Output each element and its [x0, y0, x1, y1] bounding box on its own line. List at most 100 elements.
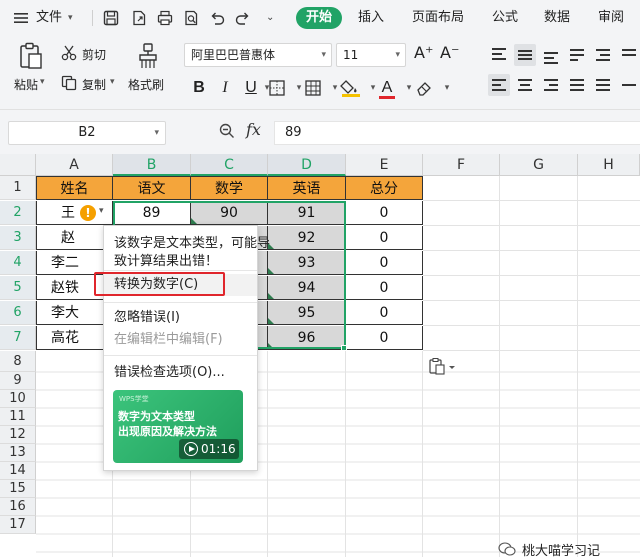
- align-center-icon[interactable]: [514, 74, 536, 96]
- row-header[interactable]: 2: [0, 201, 36, 225]
- align-right-icon[interactable]: [540, 74, 562, 96]
- export-pdf-icon[interactable]: [130, 9, 148, 27]
- row-header[interactable]: 14: [0, 462, 36, 480]
- total-cell[interactable]: 0: [346, 251, 423, 275]
- italic-button[interactable]: I: [214, 77, 236, 99]
- score-cell[interactable]: 92: [268, 226, 346, 250]
- increase-font-size-button[interactable]: A⁺: [414, 43, 433, 62]
- name-cell[interactable]: 李大: [36, 301, 113, 325]
- row-header[interactable]: 6: [0, 301, 36, 325]
- font-size-select[interactable]: 11 ▾: [336, 43, 406, 67]
- font-name-select[interactable]: 阿里巴巴普惠体 ▾: [184, 43, 332, 67]
- fill-color-icon[interactable]: [340, 78, 362, 98]
- column-header-g[interactable]: G: [500, 154, 578, 176]
- total-cell[interactable]: 0: [346, 226, 423, 250]
- help-video-thumbnail[interactable]: WPS学堂 数字为文本类型 出现原因及解决方法 01:16: [113, 390, 243, 463]
- error-check-options-item[interactable]: 错误检查选项(O)...: [104, 362, 257, 384]
- print-icon[interactable]: [156, 9, 174, 27]
- decrease-font-size-button[interactable]: A⁻: [440, 43, 459, 62]
- tab-review[interactable]: 审阅: [598, 0, 624, 36]
- quick-access-more-icon[interactable]: ⌄: [266, 0, 274, 36]
- borders-icon[interactable]: [268, 79, 286, 97]
- row-header[interactable]: 13: [0, 444, 36, 462]
- tab-formulas[interactable]: 公式: [492, 0, 518, 36]
- align-top-icon[interactable]: [488, 44, 510, 66]
- align-middle-icon[interactable]: [514, 44, 536, 66]
- cut-icon[interactable]: [60, 44, 78, 62]
- column-header-a[interactable]: A: [36, 154, 113, 176]
- file-menu-chevron-icon[interactable]: ▾: [68, 0, 73, 36]
- copy-icon[interactable]: [60, 74, 78, 92]
- row-header[interactable]: 16: [0, 498, 36, 516]
- error-warning-icon[interactable]: !: [80, 205, 96, 221]
- merge-center-icon[interactable]: [618, 74, 640, 96]
- clear-format-dropdown-icon[interactable]: ▾: [436, 77, 458, 99]
- header-cell-math[interactable]: 数学: [191, 176, 268, 200]
- row-header[interactable]: 7: [0, 326, 36, 350]
- zoom-formula-icon[interactable]: [218, 122, 236, 140]
- paste-dropdown-icon[interactable]: ▾: [40, 77, 45, 87]
- row-header[interactable]: 9: [0, 372, 36, 390]
- score-cell[interactable]: 96: [268, 326, 346, 350]
- cell-style-icon[interactable]: [304, 79, 322, 97]
- row-header[interactable]: 10: [0, 390, 36, 408]
- column-header-f[interactable]: F: [423, 154, 500, 176]
- total-cell[interactable]: 0: [346, 276, 423, 300]
- paste-icon[interactable]: [18, 42, 44, 70]
- format-painter-icon[interactable]: [136, 42, 160, 70]
- total-cell[interactable]: 0: [346, 201, 423, 225]
- tab-insert[interactable]: 插入: [358, 0, 384, 36]
- row-header[interactable]: 1: [0, 176, 36, 200]
- row-header[interactable]: 3: [0, 226, 36, 250]
- select-all-corner[interactable]: [0, 154, 36, 176]
- score-cell[interactable]: 91: [268, 201, 346, 225]
- align-bottom-icon[interactable]: [540, 44, 562, 66]
- redo-icon[interactable]: [234, 9, 252, 27]
- formula-input[interactable]: 89: [274, 121, 640, 145]
- score-cell[interactable]: 93: [268, 251, 346, 275]
- header-cell-chinese[interactable]: 语文: [113, 176, 191, 200]
- header-cell-english[interactable]: 英语: [268, 176, 346, 200]
- name-cell[interactable]: 赵: [36, 226, 113, 250]
- tab-page-layout[interactable]: 页面布局: [412, 0, 464, 36]
- score-cell[interactable]: 90: [191, 201, 268, 225]
- row-header[interactable]: 8: [0, 351, 36, 372]
- bold-button[interactable]: B: [188, 77, 210, 99]
- file-menu[interactable]: 文件: [36, 0, 62, 36]
- name-box[interactable]: B2 ▾: [8, 121, 166, 145]
- wrap-text-icon[interactable]: [618, 44, 640, 66]
- undo-icon[interactable]: [208, 9, 226, 27]
- column-header-d[interactable]: D: [268, 154, 346, 176]
- save-icon[interactable]: [102, 9, 120, 27]
- hamburger-menu-icon[interactable]: [12, 9, 30, 27]
- print-preview-icon[interactable]: [182, 9, 200, 27]
- total-cell[interactable]: 0: [346, 301, 423, 325]
- score-cell[interactable]: 94: [268, 276, 346, 300]
- fill-handle[interactable]: [341, 345, 347, 351]
- paste-options-icon[interactable]: [428, 357, 460, 377]
- column-header-b[interactable]: B: [113, 154, 191, 176]
- align-left-icon[interactable]: [488, 74, 510, 96]
- column-header-c[interactable]: C: [191, 154, 268, 176]
- active-cell-b2[interactable]: 89: [113, 201, 191, 225]
- name-cell[interactable]: 高花: [36, 326, 113, 350]
- row-header[interactable]: 11: [0, 408, 36, 426]
- row-header[interactable]: 5: [0, 276, 36, 300]
- tab-home[interactable]: 开始: [296, 7, 342, 29]
- cut-button[interactable]: 剪切: [82, 46, 106, 63]
- column-header-h[interactable]: H: [578, 154, 640, 176]
- tab-data[interactable]: 数据: [544, 0, 570, 36]
- score-cell[interactable]: 95: [268, 301, 346, 325]
- video-duration-badge[interactable]: 01:16: [179, 439, 239, 459]
- justify-icon[interactable]: [566, 74, 588, 96]
- header-cell-total[interactable]: 总分: [346, 176, 423, 200]
- format-painter-button[interactable]: 格式刷: [128, 76, 164, 93]
- row-header[interactable]: 17: [0, 516, 36, 534]
- row-header[interactable]: 4: [0, 251, 36, 275]
- column-header-e[interactable]: E: [346, 154, 423, 176]
- indent-icon[interactable]: [592, 44, 614, 66]
- header-cell-name[interactable]: 姓名: [36, 176, 113, 200]
- row-header[interactable]: 15: [0, 480, 36, 498]
- paste-button[interactable]: 粘贴: [14, 76, 38, 93]
- total-cell[interactable]: 0: [346, 326, 423, 350]
